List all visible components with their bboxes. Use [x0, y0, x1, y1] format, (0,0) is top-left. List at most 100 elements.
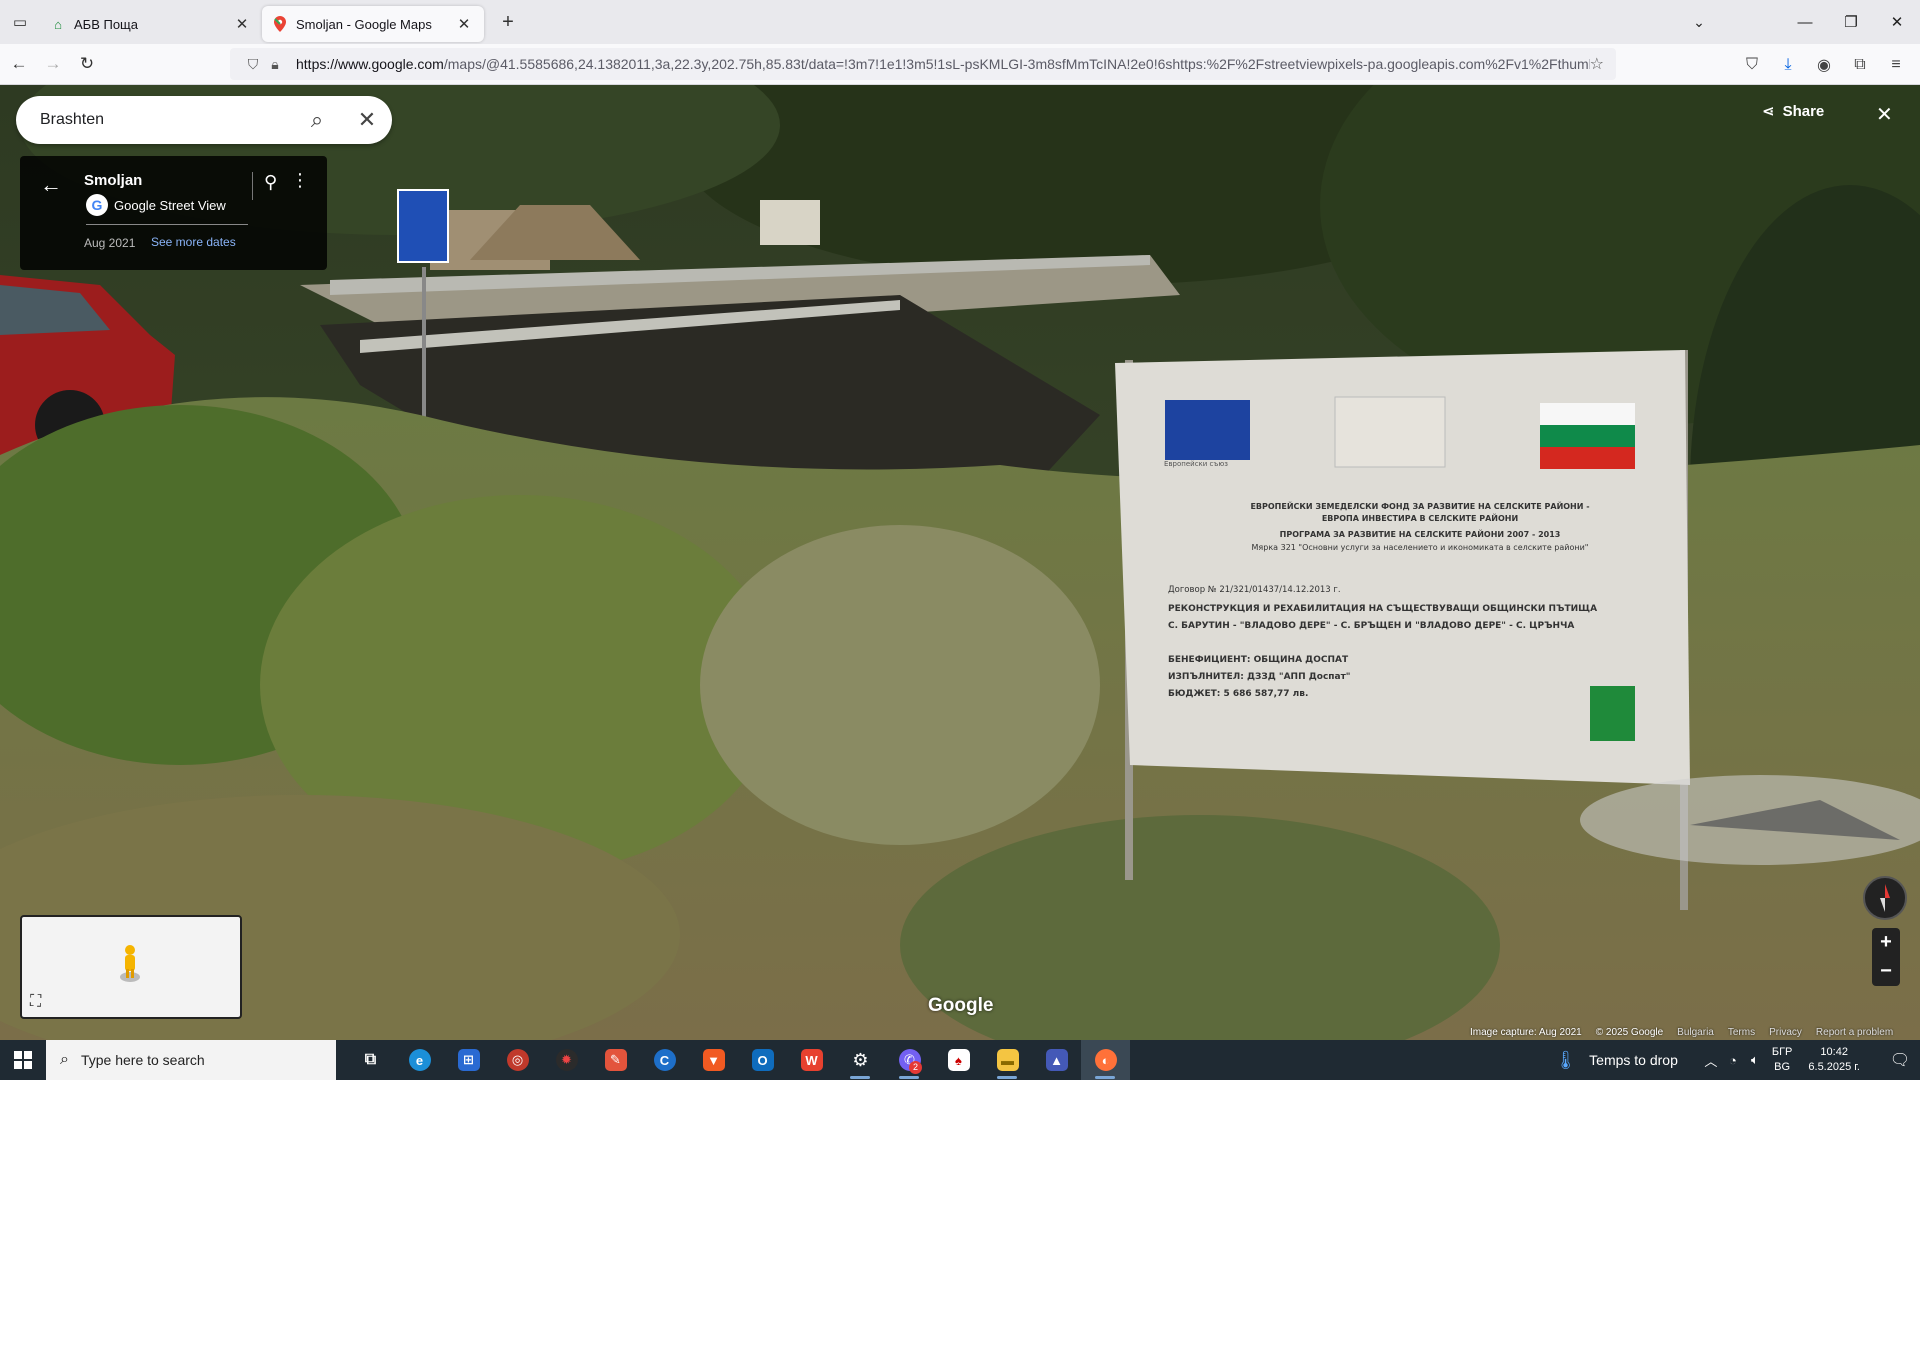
start-button[interactable]: [0, 1040, 46, 1080]
tab-google-maps[interactable]: Smoljan - Google Maps ✕: [262, 6, 484, 42]
see-more-dates-link[interactable]: See more dates: [151, 235, 236, 249]
toolbar-icons: ⛉ ⤓ ◉ ⧉ ≡: [1734, 44, 1914, 85]
outlook-icon[interactable]: O: [738, 1040, 787, 1080]
lock-icon[interactable]: 🔒︎: [264, 56, 286, 73]
ccleaner-icon[interactable]: C: [640, 1040, 689, 1080]
app-paint-icon[interactable]: ✎: [591, 1040, 640, 1080]
forward-icon[interactable]: →: [38, 54, 68, 74]
google-watermark: Google: [928, 995, 994, 1016]
compass-icon[interactable]: [1863, 876, 1907, 920]
pocket-icon[interactable]: ⛉: [1734, 56, 1770, 74]
search-icon[interactable]: ⌕: [292, 107, 342, 133]
extensions-icon[interactable]: ⧉: [1842, 56, 1878, 74]
thermometer-icon: 🌡︎: [1554, 1049, 1578, 1070]
window-controls: ⌄ — ❐ ✕: [1676, 0, 1920, 44]
volume-icon[interactable]: 🔈︎: [1744, 1052, 1766, 1068]
downloads-icon[interactable]: ⤓: [1770, 56, 1806, 74]
sign-beneficiary: БЕНЕФИЦИЕНТ: ОБЩИНА ДОСПАТ: [1168, 655, 1349, 665]
back-icon[interactable]: ←: [4, 54, 34, 74]
home-favicon-icon: ⌂: [54, 16, 62, 32]
app-red-icon[interactable]: ◎: [493, 1040, 542, 1080]
edge-icon[interactable]: e: [395, 1040, 444, 1080]
share-icon: ⋖: [1762, 103, 1775, 120]
sign-title-2: С. БАРУТИН - "ВЛАДОВО ДЕРЕ" - С. БРЪЩЕН …: [1168, 621, 1575, 631]
wps-office-icon[interactable]: W: [787, 1040, 836, 1080]
close-tab-icon[interactable]: ✕: [232, 15, 252, 33]
report-problem-link[interactable]: Report a problem: [1816, 1027, 1893, 1040]
photos-icon[interactable]: ▲: [1032, 1040, 1081, 1080]
more-options-icon[interactable]: ⋮: [291, 170, 309, 191]
tab-list-icon[interactable]: ▭: [0, 0, 40, 44]
shield-icon[interactable]: ⛉: [242, 56, 264, 73]
bookmark-star-icon[interactable]: ☆: [1590, 54, 1604, 74]
minimap[interactable]: ⛶: [20, 915, 242, 1019]
sign-budget: БЮДЖЕТ: 5 686 587,77 лв.: [1168, 689, 1309, 699]
street-view-info-card: ← Smoljan G Google Street View Aug 2021 …: [20, 156, 327, 270]
clear-search-icon[interactable]: ✕: [342, 107, 392, 133]
address-bar[interactable]: ⛉ 🔒︎ https://www.google.com/maps/@41.558…: [230, 48, 1616, 80]
zoom-out-button[interactable]: −: [1872, 957, 1900, 986]
account-icon[interactable]: ◉: [1806, 55, 1842, 75]
tab-abv-mail[interactable]: ⌂ АБВ Поща ✕: [40, 5, 262, 43]
store-icon[interactable]: ⊞: [444, 1040, 493, 1080]
capture-date: Aug 2021: [84, 236, 136, 250]
close-tab-icon[interactable]: ✕: [454, 15, 474, 33]
windows-logo-icon: [14, 1051, 32, 1069]
weather-widget[interactable]: 🌡︎ Temps to drop: [1554, 1050, 1678, 1071]
time: 10:42: [1820, 1046, 1848, 1058]
app-davinci-icon[interactable]: ✹: [542, 1040, 591, 1080]
network-icon[interactable]: ◔: [1722, 1053, 1744, 1068]
close-window-icon[interactable]: ✕: [1874, 13, 1920, 31]
location-pin-icon[interactable]: ⚲: [264, 172, 277, 193]
maps-search-box[interactable]: ⌕ ✕: [16, 96, 392, 144]
copyright-text: © 2025 Google: [1595, 1027, 1664, 1038]
language-code: БГР: [1771, 1046, 1793, 1058]
expand-map-icon[interactable]: ⛶: [30, 993, 41, 1011]
minimize-icon[interactable]: —: [1782, 14, 1828, 31]
date: 6.5.2025 г.: [1808, 1061, 1860, 1073]
solitaire-icon[interactable]: ♠: [934, 1040, 983, 1080]
url-text[interactable]: https://www.google.com/maps/@41.5585686,…: [296, 56, 1590, 72]
zoom-in-button[interactable]: +: [1872, 928, 1900, 957]
share-label: Share: [1782, 102, 1825, 120]
brave-icon[interactable]: ▼: [689, 1040, 738, 1080]
viber-icon[interactable]: ✆ 2: [885, 1040, 934, 1080]
sign-line-4: Мярка 321 "Основни услуги за населението…: [1251, 543, 1589, 552]
settings-icon[interactable]: ⚙: [836, 1040, 885, 1080]
list-all-tabs-icon[interactable]: ⌄: [1676, 14, 1722, 31]
menu-icon[interactable]: ≡: [1878, 56, 1914, 74]
new-tab-icon[interactable]: +: [490, 11, 526, 34]
maps-pin-favicon-icon: [272, 16, 288, 32]
navigation-bar: ← → ↻ ⛉ 🔒︎ https://www.google.com/maps/@…: [0, 44, 1920, 85]
restore-icon[interactable]: ❐: [1828, 13, 1874, 31]
share-button[interactable]: ⋖ Share: [1762, 102, 1825, 121]
eu-caption: Европейски съюз: [1164, 460, 1228, 468]
sign-line-2: ЕВРОПА ИНВЕСТИРА В СЕЛСКИТЕ РАЙОНИ: [1321, 514, 1519, 523]
firefox-icon[interactable]: ◐: [1081, 1040, 1130, 1080]
street-view-source: G Google Street View: [86, 194, 226, 216]
sign-line-1: ЕВРОПЕЙСКИ ЗЕМЕДЕЛСКИ ФОНД ЗА РАЗВИТИЕ Н…: [1250, 502, 1590, 511]
privacy-link[interactable]: Privacy: [1769, 1027, 1802, 1040]
notifications-icon[interactable]: 🗨︎: [1880, 1050, 1920, 1070]
pegman-icon[interactable]: [118, 943, 142, 983]
country-link[interactable]: Bulgaria: [1677, 1027, 1714, 1040]
reload-icon[interactable]: ↻: [72, 54, 102, 74]
file-explorer-icon[interactable]: ▬: [983, 1040, 1032, 1080]
taskbar-search[interactable]: ⌕ Type here to search: [46, 1040, 336, 1080]
zoom-controls: + −: [1872, 928, 1900, 986]
system-tray: 🌡︎ Temps to drop ︿ ◔ 🔈︎ БГР BG 10:42 6.5…: [1554, 1040, 1920, 1080]
task-view-icon[interactable]: ⧉: [346, 1040, 395, 1080]
search-input[interactable]: [40, 111, 292, 129]
terms-link[interactable]: Terms: [1728, 1027, 1755, 1040]
keyboard-layout: BG: [1774, 1061, 1791, 1073]
close-street-view-icon[interactable]: ✕: [1876, 102, 1893, 127]
tab-title: АБВ Поща: [74, 16, 138, 32]
source-label: Google Street View: [114, 197, 226, 213]
image-capture-text: Image capture: Aug 2021: [1470, 1027, 1582, 1038]
language-indicator[interactable]: БГР BG: [1772, 1045, 1793, 1075]
show-hidden-icons-icon[interactable]: ︿: [1700, 1051, 1722, 1070]
back-arrow-icon[interactable]: ←: [40, 172, 62, 198]
weather-text: Temps to drop: [1589, 1052, 1678, 1068]
clock[interactable]: 10:42 6.5.2025 г.: [1808, 1045, 1860, 1075]
divider: [252, 172, 253, 200]
